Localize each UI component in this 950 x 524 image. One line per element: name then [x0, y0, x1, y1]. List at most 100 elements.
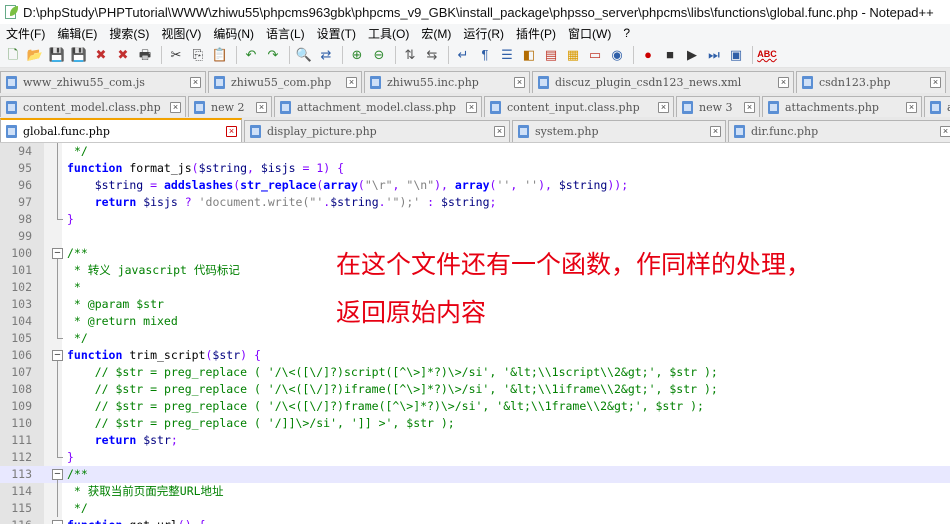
code-line[interactable]: 111 return $str;: [0, 432, 950, 449]
tab-zhiwu55-com-php[interactable]: zhiwu55_com.php ×: [208, 71, 362, 93]
new-file-icon[interactable]: 🗋: [3, 45, 23, 65]
tab-close-icon[interactable]: ×: [226, 125, 237, 137]
menu-item-3[interactable]: 视图(V): [155, 25, 207, 42]
tab-close-icon[interactable]: ×: [346, 77, 357, 88]
code-line[interactable]: 95 function format_js($string, $isjs = 1)…: [0, 160, 950, 177]
close-icon[interactable]: ✖: [91, 45, 111, 65]
fold-toggle-icon[interactable]: −: [52, 466, 66, 483]
fold-toggle-icon[interactable]: −: [52, 517, 66, 524]
code-line[interactable]: 99: [0, 228, 950, 245]
udl-icon[interactable]: ◧: [519, 45, 539, 65]
tab-www-zhiwu55-com-js[interactable]: www_zhiwu55_com.js ×: [0, 71, 206, 93]
code-line[interactable]: 112}: [0, 449, 950, 466]
tab-attachment-model-class-php[interactable]: attachment_model.class.php ×: [274, 96, 482, 118]
tab-close-icon[interactable]: ×: [710, 126, 721, 137]
code-line[interactable]: 114 * 获取当前页面完整URL地址: [0, 483, 950, 500]
code-line[interactable]: 115 */: [0, 500, 950, 517]
tab-display-picture-php[interactable]: display_picture.php ×: [244, 120, 510, 142]
tab-attachments-php[interactable]: attachments.php ×: [762, 96, 922, 118]
print-icon[interactable]: 🖶: [135, 45, 155, 65]
code-line[interactable]: 109 // $str = preg_replace ( '/\<([\/]?)…: [0, 398, 950, 415]
sync-horizontal-icon[interactable]: ⇆: [422, 45, 442, 65]
stop-record-icon[interactable]: ■: [660, 45, 680, 65]
save-all-icon[interactable]: 💾: [69, 45, 89, 65]
tab-close-icon[interactable]: ×: [744, 102, 755, 113]
save-macro-icon[interactable]: ▣: [726, 45, 746, 65]
find-icon[interactable]: 🔍: [294, 45, 314, 65]
folder-workspace-icon[interactable]: ▭: [585, 45, 605, 65]
code-line[interactable]: 113 −/**: [0, 466, 950, 483]
menu-item-2[interactable]: 搜索(S): [103, 25, 155, 42]
doc-map-icon[interactable]: ▤: [541, 45, 561, 65]
fold-marker: [52, 483, 66, 500]
tab-zhiwu55-inc-php[interactable]: zhiwu55.inc.php ×: [364, 71, 530, 93]
menu-item-10[interactable]: 插件(P): [510, 25, 562, 42]
spell-check-icon[interactable]: ABC: [757, 45, 777, 65]
tab-dir-func-php[interactable]: dir.func.php ×: [728, 120, 950, 142]
tab-close-icon[interactable]: ×: [940, 126, 950, 137]
tab-content-model-class-php[interactable]: content_model.class.php ×: [0, 96, 186, 118]
menu-item-9[interactable]: 运行(R): [457, 25, 510, 42]
tab-content-input-class-php[interactable]: content_input.class.php ×: [484, 96, 674, 118]
tab-close-icon[interactable]: ×: [514, 77, 525, 88]
tab-close-icon[interactable]: ×: [190, 77, 201, 88]
close-all-icon[interactable]: ✖: [113, 45, 133, 65]
menu-item-5[interactable]: 语言(L): [260, 25, 311, 42]
fold-toggle-icon[interactable]: −: [52, 347, 66, 364]
record-macro-icon[interactable]: ●: [638, 45, 658, 65]
tab-csdn123-php[interactable]: csdn123.php ×: [796, 71, 946, 93]
tab-system-php[interactable]: system.php ×: [512, 120, 726, 142]
menu-item-8[interactable]: 宏(M): [415, 25, 457, 42]
code-line[interactable]: 116 −function get_url() {: [0, 517, 950, 524]
tab-discuz-plugin-csdn123-news-xml[interactable]: discuz_plugin_csdn123_news.xml ×: [532, 71, 794, 93]
tab-close-icon[interactable]: ×: [930, 77, 941, 88]
open-file-icon[interactable]: 📂: [25, 45, 45, 65]
menu-item-6[interactable]: 设置(T): [311, 25, 362, 42]
cut-icon[interactable]: ✂: [166, 45, 186, 65]
show-all-chars-icon[interactable]: ¶: [475, 45, 495, 65]
tab-close-icon[interactable]: ×: [778, 77, 789, 88]
code-line[interactable]: 94 */: [0, 143, 950, 160]
tab-close-icon[interactable]: ×: [658, 102, 669, 113]
code-line[interactable]: 97 return $isjs ? 'document.write("'.$st…: [0, 194, 950, 211]
tab-global-func-php[interactable]: global.func.php ×: [0, 118, 242, 142]
word-wrap-icon[interactable]: ↵: [453, 45, 473, 65]
function-list-icon[interactable]: ▦: [563, 45, 583, 65]
fold-toggle-icon[interactable]: −: [52, 245, 66, 262]
redo-icon[interactable]: ↷: [263, 45, 283, 65]
paste-icon[interactable]: 📋: [210, 45, 230, 65]
play-macro-icon[interactable]: ▶: [682, 45, 702, 65]
menu-item-7[interactable]: 工具(O): [362, 25, 415, 42]
tab-new-3[interactable]: new 3 ×: [676, 96, 760, 118]
code-line[interactable]: 106 − function trim_script($str) {: [0, 347, 950, 364]
sync-vertical-icon[interactable]: ⇅: [400, 45, 420, 65]
tab-close-icon[interactable]: ×: [170, 102, 181, 113]
code-editor[interactable]: 94 */95 function format_js($string, $isjs…: [0, 142, 950, 524]
replace-icon[interactable]: ⇄: [316, 45, 336, 65]
zoom-out-icon[interactable]: ⊖: [369, 45, 389, 65]
copy-icon[interactable]: ⎘: [188, 45, 208, 65]
tab-close-icon[interactable]: ×: [466, 102, 477, 113]
tab-new-2[interactable]: new 2 ×: [188, 96, 272, 118]
code-line[interactable]: 96 $string = addslashes(str_replace(arra…: [0, 177, 950, 194]
code-line[interactable]: 110 // $str = preg_replace ( '/]]\>/si',…: [0, 415, 950, 432]
tab-close-icon[interactable]: ×: [906, 102, 917, 113]
tab-att[interactable]: att×: [924, 96, 950, 118]
menu-item-11[interactable]: 窗口(W): [562, 25, 617, 42]
menu-item-4[interactable]: 编码(N): [207, 25, 260, 42]
run-macro-multiple-icon[interactable]: ⏭: [704, 45, 724, 65]
undo-icon[interactable]: ↶: [241, 45, 261, 65]
tab-close-icon[interactable]: ×: [256, 102, 267, 113]
zoom-in-icon[interactable]: ⊕: [347, 45, 367, 65]
menu-item-0[interactable]: 文件(F): [0, 25, 51, 42]
code-line[interactable]: 105 */: [0, 330, 950, 347]
code-line[interactable]: 107 // $str = preg_replace ( '/\<([\/]?)…: [0, 364, 950, 381]
menu-item-12[interactable]: ?: [617, 26, 636, 40]
menu-item-1[interactable]: 编辑(E): [51, 25, 103, 42]
code-line[interactable]: 98}: [0, 211, 950, 228]
monitor-icon[interactable]: ◉: [607, 45, 627, 65]
indent-guide-icon[interactable]: ☰: [497, 45, 517, 65]
code-line[interactable]: 108 // $str = preg_replace ( '/\<([\/]?)…: [0, 381, 950, 398]
save-icon[interactable]: 💾: [47, 45, 67, 65]
tab-close-icon[interactable]: ×: [494, 126, 505, 137]
